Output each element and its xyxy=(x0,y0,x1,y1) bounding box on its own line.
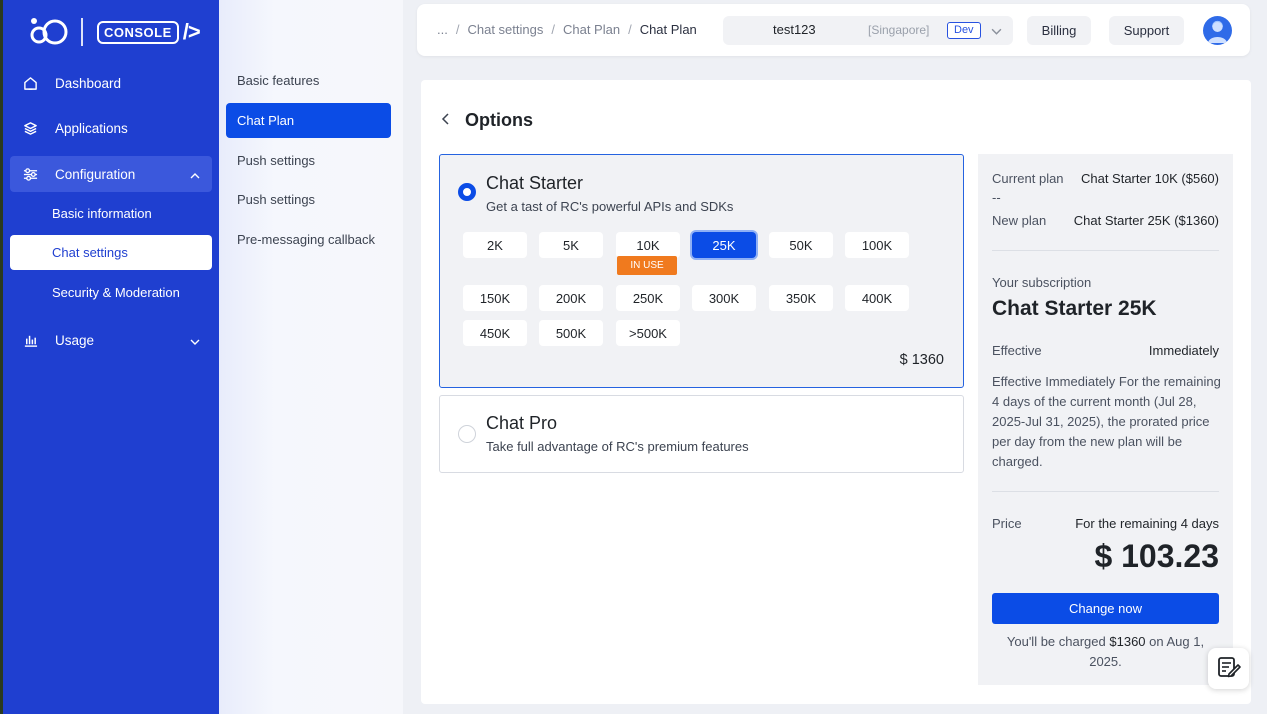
chevron-up-icon xyxy=(190,169,200,184)
prorated-price: $ 103.23 xyxy=(1094,538,1219,574)
home-icon xyxy=(22,75,38,91)
sidebar-subitem-security-moderation[interactable]: Security & Moderation xyxy=(10,275,212,310)
breadcrumb-current: Chat Plan xyxy=(639,22,697,37)
tier-option[interactable]: 150K xyxy=(463,285,527,311)
tier-option[interactable]: 500K xyxy=(539,320,603,346)
logo-divider xyxy=(81,18,83,46)
current-plan-label: Current plan xyxy=(992,171,1064,186)
breadcrumb-chat-settings[interactable]: Chat settings xyxy=(467,22,543,37)
change-now-button[interactable]: Change now xyxy=(992,593,1219,624)
plan-name: Chat Starter xyxy=(486,173,584,193)
breadcrumb-ellipsis[interactable]: ... xyxy=(437,22,448,37)
sidebar-item-label: Dashboard xyxy=(55,75,122,91)
divider xyxy=(992,491,1219,492)
secondary-menu: Basic features Chat Plan Push settings P… xyxy=(219,0,403,714)
main-content: Options Chat Starter Get a tast of RC's … xyxy=(421,80,1251,704)
sidebar-item-applications[interactable]: Applications xyxy=(10,110,212,146)
current-plan-value: Chat Starter 10K ($560) xyxy=(1080,171,1219,186)
tier-option[interactable]: 100K xyxy=(845,232,909,258)
edit-note-icon xyxy=(1216,654,1242,683)
logo-text: CONSOLE xyxy=(97,20,179,44)
subscription-name: Chat Starter 25K xyxy=(992,297,1157,320)
price-label: Price xyxy=(992,516,1022,531)
plan-name: Chat Pro xyxy=(486,413,558,433)
menu-item-push-settings-2[interactable]: Push settings xyxy=(226,182,391,217)
menu-item-push-settings[interactable]: Push settings xyxy=(226,143,391,178)
tier-option[interactable]: 50K xyxy=(769,232,833,258)
chevron-down-icon xyxy=(190,335,200,350)
app-selector[interactable]: test123 [Singapore] Dev xyxy=(723,16,1013,45)
back-icon[interactable] xyxy=(441,113,451,128)
plan-description: Take full advantage of RC's premium feat… xyxy=(486,439,749,454)
tier-option[interactable]: 2K xyxy=(463,232,527,258)
tier-option[interactable]: 10K xyxy=(616,232,680,258)
plan-card-chat-starter[interactable]: Chat Starter Get a tast of RC's powerful… xyxy=(439,154,964,388)
subscription-label: Your subscription xyxy=(992,275,1092,290)
billing-button[interactable]: Billing xyxy=(1027,16,1091,45)
plan-change-dashes: -- xyxy=(992,190,1001,205)
topbar: ... / Chat settings / Chat Plan / Chat P… xyxy=(417,4,1250,56)
tier-option[interactable]: 200K xyxy=(539,285,603,311)
charge-notice: You'll be charged $1360 on Aug 1, 2025. xyxy=(1006,634,1205,669)
layers-icon xyxy=(22,120,38,136)
menu-item-basic-features[interactable]: Basic features xyxy=(226,63,391,98)
effective-label: Effective xyxy=(992,343,1042,358)
sidebar-item-label: Applications xyxy=(55,120,128,136)
sidebar-item-label: Configuration xyxy=(55,166,136,182)
price-period: For the remaining 4 days xyxy=(1075,516,1219,531)
new-plan-label: New plan xyxy=(992,213,1047,228)
tier-option[interactable]: 250K xyxy=(616,285,680,311)
plan-radio-starter[interactable] xyxy=(458,183,476,201)
logo-suffix: /> xyxy=(182,19,201,44)
sidebar-item-configuration[interactable]: Configuration xyxy=(10,156,212,192)
support-button[interactable]: Support xyxy=(1109,16,1184,45)
bar-chart-icon xyxy=(22,332,38,348)
tier-option[interactable]: 400K xyxy=(845,285,909,311)
tier-option[interactable]: 450K xyxy=(463,320,527,346)
breadcrumb: ... / Chat settings / Chat Plan / Chat P… xyxy=(437,22,697,37)
menu-item-pre-messaging-callback[interactable]: Pre-messaging callback xyxy=(226,222,391,257)
breadcrumb-chat-plan[interactable]: Chat Plan xyxy=(563,22,620,37)
subscription-summary: Current plan Chat Starter 10K ($560) -- … xyxy=(978,154,1233,685)
plan-price: $ 1360 xyxy=(899,352,944,368)
menu-item-chat-plan[interactable]: Chat Plan xyxy=(226,103,391,138)
new-plan-value: Chat Starter 25K ($1360) xyxy=(1073,213,1219,228)
avatar[interactable] xyxy=(1203,16,1232,45)
options-header: Options xyxy=(441,110,533,131)
logo[interactable]: CONSOLE /> xyxy=(29,16,201,48)
tier-option[interactable]: 5K xyxy=(539,232,603,258)
tier-option[interactable]: >500K xyxy=(616,320,680,346)
sidebar: CONSOLE /> Dashboard Applications Config… xyxy=(3,0,219,714)
feedback-button[interactable] xyxy=(1208,648,1249,689)
tier-option[interactable]: 350K xyxy=(769,285,833,311)
app-name: test123 xyxy=(773,22,816,37)
proration-note: Effective Immediately For the remaining … xyxy=(992,374,1221,469)
sidebar-subitem-chat-settings[interactable]: Chat settings xyxy=(10,235,212,270)
sliders-icon xyxy=(22,166,38,182)
tier-option[interactable]: 300K xyxy=(692,285,756,311)
app-region: [Singapore] xyxy=(868,23,930,37)
effective-value: Immediately xyxy=(1148,343,1219,358)
env-badge: Dev xyxy=(947,22,981,39)
sidebar-subitem-basic-information[interactable]: Basic information xyxy=(10,196,212,231)
page-title: Options xyxy=(465,110,533,130)
plan-card-chat-pro[interactable]: Chat Pro Take full advantage of RC's pre… xyxy=(439,395,964,473)
plan-radio-pro[interactable] xyxy=(458,425,476,443)
in-use-badge: IN USE xyxy=(617,256,677,275)
sidebar-item-label: Usage xyxy=(55,332,95,348)
sidebar-item-usage[interactable]: Usage xyxy=(10,322,212,358)
divider xyxy=(992,250,1219,251)
tier-option-selected[interactable]: 25K xyxy=(692,232,756,258)
chevron-down-icon xyxy=(991,25,1002,40)
logo-mark-icon xyxy=(29,17,71,47)
sidebar-item-dashboard[interactable]: Dashboard xyxy=(10,65,212,101)
plan-description: Get a tast of RC's powerful APIs and SDK… xyxy=(486,199,734,214)
